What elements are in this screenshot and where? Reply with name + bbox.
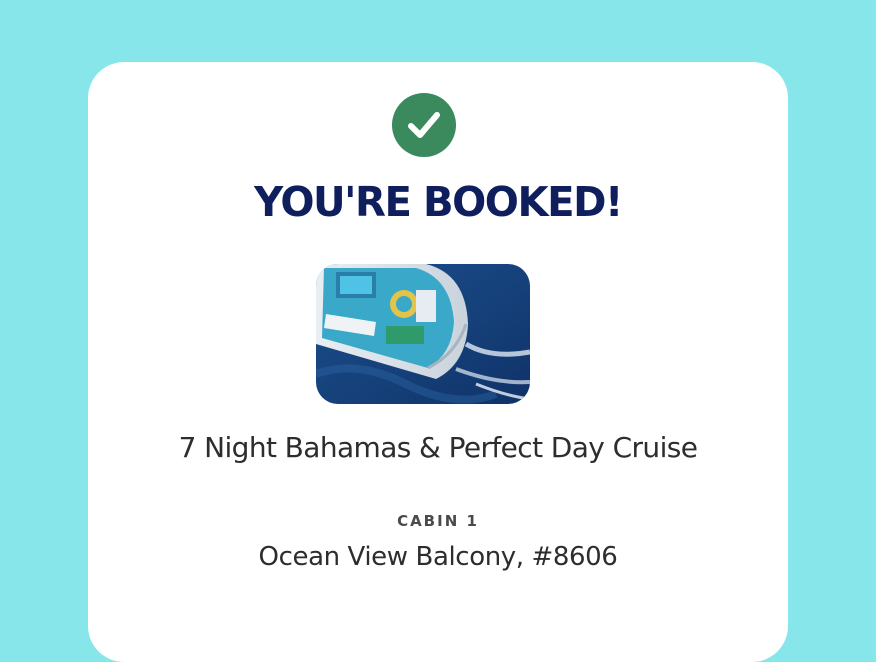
cabin-label: CABIN 1: [397, 512, 479, 530]
cruise-name: 7 Night Bahamas & Perfect Day Cruise: [178, 431, 698, 464]
cruise-ship-image: [316, 264, 530, 404]
check-circle-icon: [392, 93, 456, 157]
cabin-value: Ocean View Balcony, #8606: [258, 542, 618, 572]
booking-confirmed-title: YOU'RE BOOKED!: [254, 178, 623, 226]
